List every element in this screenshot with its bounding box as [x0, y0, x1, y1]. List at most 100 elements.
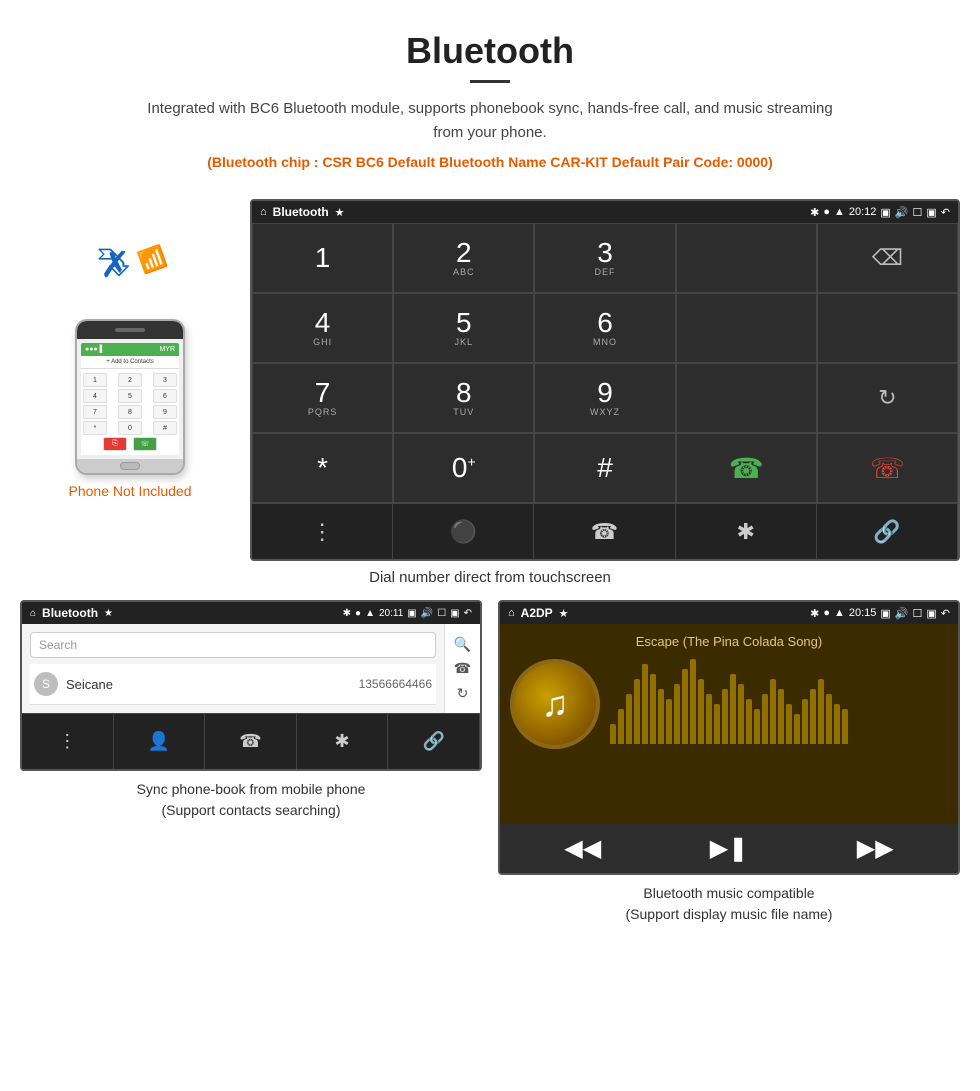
header-specs: (Bluetooth chip : CSR BC6 Default Blueto… — [140, 151, 840, 173]
phone-key-5[interactable]: 5 — [118, 389, 142, 403]
nav-link-icon[interactable]: 🔗 — [817, 504, 958, 559]
viz-bar — [650, 674, 656, 744]
add-contact-bar: + Add to Contacts — [81, 356, 179, 369]
play-pause-button[interactable]: ▶❚ — [710, 834, 749, 863]
phone-end-call[interactable]: ⎘ — [103, 437, 127, 451]
viz-bar — [810, 689, 816, 744]
mus-back-icon[interactable]: ↶ — [941, 607, 950, 620]
nav-grid-icon[interactable]: ⋮ — [252, 504, 393, 559]
pb-win-icon[interactable]: ▣ — [450, 608, 459, 619]
dial-empty-4 — [676, 363, 817, 433]
dial-key-5[interactable]: 5JKL — [393, 293, 534, 363]
phone-key-8[interactable]: 8 — [118, 405, 142, 419]
dial-hangup-cell[interactable]: ☏ — [817, 433, 958, 503]
dial-empty-1 — [676, 223, 817, 293]
dial-call-cell[interactable]: ☎ — [676, 433, 817, 503]
status-right: ✱ ● ▲ 20:12 ▣ 🔊 ☐ ▣ ↶ — [810, 206, 950, 219]
pb-back-icon[interactable]: ↶ — [464, 608, 472, 619]
dial-key-4[interactable]: 4GHI — [252, 293, 393, 363]
mus-home-icon[interactable]: ⌂ — [508, 607, 515, 619]
pb-search-side-icon[interactable]: 🔍 — [454, 636, 471, 653]
dial-key-3[interactable]: 3DEF — [534, 223, 675, 293]
phone-key-9[interactable]: 9 — [153, 405, 177, 419]
camera-icon[interactable]: ▣ — [880, 206, 890, 219]
close-icon[interactable]: ☐ — [913, 206, 923, 219]
home-icon[interactable]: ⌂ — [260, 206, 267, 218]
viz-bar — [786, 704, 792, 744]
viz-bar — [818, 679, 824, 744]
prev-button[interactable]: ◀◀ — [564, 834, 601, 863]
nav-person-icon[interactable]: ⚫ — [393, 504, 534, 559]
pb-status-left: ⌂ Bluetooth ★ — [30, 606, 113, 620]
pb-vol-icon[interactable]: 🔊 — [421, 608, 433, 619]
mus-close-icon[interactable]: ☐ — [913, 607, 923, 620]
viz-bar — [642, 664, 648, 744]
dial-title: Bluetooth — [273, 205, 329, 219]
dial-bottom-nav: ⋮ ⚫ ☎ ✱ 🔗 — [252, 503, 958, 559]
phone-key-7[interactable]: 7 — [83, 405, 107, 419]
pb-nav-grid[interactable]: ⋮ — [22, 714, 114, 769]
phone-home-button[interactable] — [120, 462, 140, 470]
phone-call-btn[interactable]: ☏ — [133, 437, 157, 451]
phone-key-4[interactable]: 4 — [83, 389, 107, 403]
dial-key-0[interactable]: 0+ — [393, 433, 534, 503]
viz-bar — [802, 699, 808, 744]
dial-screen-area: ⌂ Bluetooth ★ ✱ ● ▲ 20:12 ▣ 🔊 ☐ ▣ ↶ — [250, 199, 960, 561]
mus-usb-icon: ★ — [559, 607, 569, 620]
mus-cam-icon[interactable]: ▣ — [880, 607, 890, 620]
volume-icon[interactable]: 🔊 — [895, 206, 909, 219]
back-icon[interactable]: ↶ — [941, 206, 950, 219]
dial-key-2[interactable]: 2ABC — [393, 223, 534, 293]
pb-close-icon[interactable]: ☐ — [437, 608, 446, 619]
phonebook-search[interactable]: Search — [30, 632, 436, 658]
dial-refresh-cell[interactable]: ↻ — [817, 363, 958, 433]
dial-key-star[interactable]: * — [252, 433, 393, 503]
mus-win-icon[interactable]: ▣ — [926, 607, 936, 620]
dial-key-6[interactable]: 6MNO — [534, 293, 675, 363]
phone-key-6[interactable]: 6 — [153, 389, 177, 403]
viz-bar — [826, 694, 832, 744]
dial-key-hash[interactable]: # — [534, 433, 675, 503]
viz-bar — [666, 699, 672, 744]
phone-dial-row: * 0 # — [83, 421, 177, 435]
dial-key-9[interactable]: 9WXYZ — [534, 363, 675, 433]
pb-cam-icon[interactable]: ▣ — [407, 608, 416, 619]
phone-dial-row: 7 8 9 — [83, 405, 177, 419]
phone-dialpad: 1 2 3 4 5 6 7 8 9 * — [81, 369, 179, 455]
dial-backspace-cell[interactable]: ⌫ — [817, 223, 958, 293]
phonebook-side-icons: 🔍 ☎ ↻ — [444, 624, 480, 713]
phone-speaker — [115, 328, 145, 332]
mus-loc-icon: ● — [823, 607, 830, 619]
phone-key-star[interactable]: * — [83, 421, 107, 435]
next-button[interactable]: ▶▶ — [857, 834, 894, 863]
nav-phone-icon[interactable]: ☎ — [534, 504, 675, 559]
dial-key-7[interactable]: 7PQRS — [252, 363, 393, 433]
phone-key-hash[interactable]: # — [153, 421, 177, 435]
music-caption-text: Bluetooth music compatible (Support disp… — [626, 885, 833, 922]
phone-key-3[interactable]: 3 — [153, 373, 177, 387]
phone-key-2[interactable]: 2 — [118, 373, 142, 387]
phone-screen-header: ●●● ▌ MYR — [81, 343, 179, 356]
mus-vol-icon[interactable]: 🔊 — [895, 607, 909, 620]
pb-nav-bt[interactable]: ✱ — [297, 714, 389, 769]
music-album-art: ♫ — [510, 659, 600, 749]
bt-status-icon: ✱ — [810, 206, 819, 219]
pb-refresh-side-icon[interactable]: ↻ — [457, 685, 469, 702]
viz-bar — [626, 694, 632, 744]
phonebook-inner: Search S Seicane 13566664466 🔍 ☎ ↻ — [22, 624, 480, 713]
dial-key-1[interactable]: 1 — [252, 223, 393, 293]
phone-key-1[interactable]: 1 — [83, 373, 107, 387]
title-divider — [470, 80, 510, 83]
dial-key-8[interactable]: 8TUV — [393, 363, 534, 433]
pb-nav-link[interactable]: 🔗 — [388, 714, 480, 769]
mus-time: 20:15 — [849, 607, 877, 619]
pb-call-side-icon[interactable]: ☎ — [454, 660, 471, 677]
phone-key-0[interactable]: 0 — [118, 421, 142, 435]
viz-bar — [634, 679, 640, 744]
pb-home-icon[interactable]: ⌂ — [30, 608, 36, 619]
nav-bluetooth-icon[interactable]: ✱ — [676, 504, 817, 559]
window-icon[interactable]: ▣ — [926, 206, 936, 219]
mus-signal-icon: ▲ — [834, 607, 845, 619]
pb-nav-person[interactable]: 👤 — [114, 714, 206, 769]
pb-nav-phone[interactable]: ☎ — [205, 714, 297, 769]
